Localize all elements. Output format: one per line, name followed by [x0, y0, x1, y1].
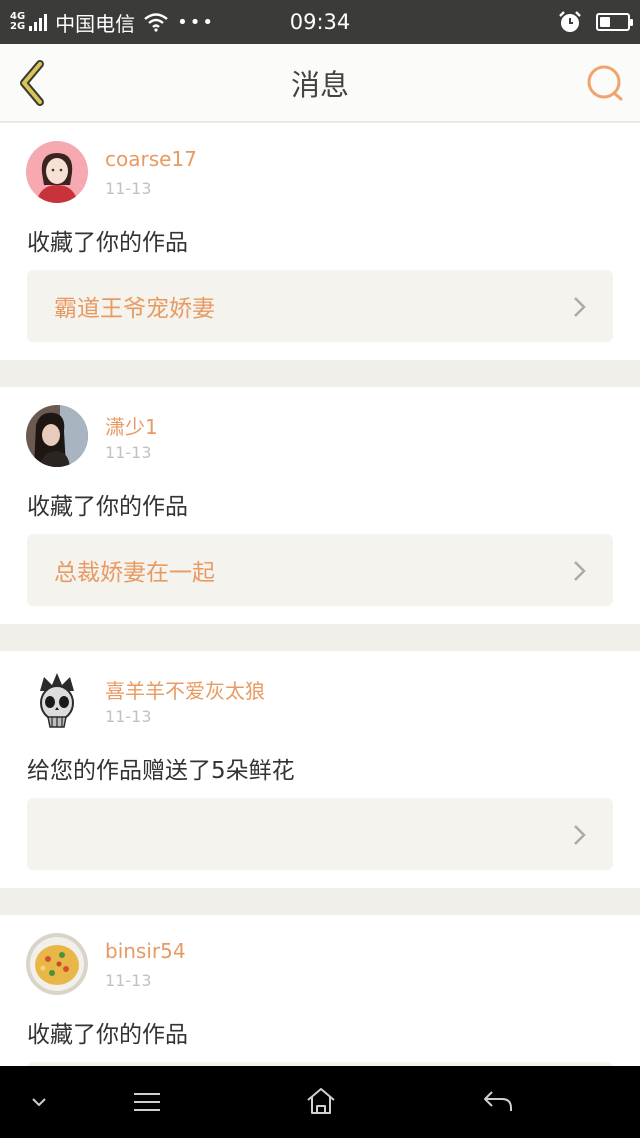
message-list: coarse17 11-13 收藏了你的作品 霸道王爷宠娇妻 潇少1 11-13…	[0, 123, 640, 1138]
status-right	[558, 10, 633, 34]
work-link[interactable]: 总裁娇妻在一起	[27, 534, 613, 606]
battery-icon	[596, 13, 633, 31]
status-bar: 4G 2G 中国电信 ••• 09:34	[0, 0, 640, 44]
action-text: 收藏了你的作品	[27, 1022, 188, 1048]
work-link[interactable]	[27, 798, 613, 870]
carrier-name: 中国电信	[55, 11, 136, 36]
more-dots: •••	[177, 11, 216, 33]
page-title: 消息	[290, 67, 349, 102]
chevron-right-icon	[574, 825, 586, 845]
action-text: 给您的作品赠送了5朵鲜花	[27, 758, 295, 784]
wifi-icon	[144, 13, 168, 32]
menu-icon[interactable]	[132, 1090, 162, 1114]
back-nav-icon[interactable]	[482, 1088, 514, 1114]
home-icon[interactable]	[305, 1086, 337, 1116]
network-type: 4G 2G	[10, 12, 25, 32]
alarm-icon	[559, 11, 581, 32]
message-date: 11-13	[105, 707, 152, 726]
username[interactable]: 潇少1	[105, 411, 158, 440]
network-type-bottom: 2G	[10, 21, 26, 32]
avatar[interactable]	[26, 669, 88, 731]
work-title: 总裁娇妻在一起	[54, 560, 215, 586]
header: 消息	[0, 44, 640, 122]
avatar[interactable]	[26, 933, 88, 995]
back-button[interactable]	[14, 58, 54, 108]
message-card: 潇少1 11-13 收藏了你的作品 总裁娇妻在一起	[0, 387, 640, 624]
battery-level	[600, 17, 610, 27]
username[interactable]: binsir54	[105, 939, 186, 963]
avatar[interactable]	[26, 405, 88, 467]
username[interactable]: 喜羊羊不爱灰太狼	[105, 675, 265, 704]
message-card: 喜羊羊不爱灰太狼 11-13 给您的作品赠送了5朵鲜花	[0, 651, 640, 888]
status-left: 4G 2G 中国电信 •••	[10, 8, 215, 37]
chevron-down-icon[interactable]	[30, 1096, 48, 1108]
message-date: 11-13	[105, 443, 152, 462]
avatar[interactable]	[26, 141, 88, 203]
work-link[interactable]: 霸道王爷宠娇妻	[27, 270, 613, 342]
chevron-right-icon	[574, 297, 586, 317]
work-title: 霸道王爷宠娇妻	[54, 296, 215, 322]
system-nav-bar	[0, 1066, 640, 1138]
action-text: 收藏了你的作品	[27, 494, 188, 520]
username[interactable]: coarse17	[105, 147, 197, 171]
action-text: 收藏了你的作品	[27, 230, 188, 256]
message-card: coarse17 11-13 收藏了你的作品 霸道王爷宠娇妻	[0, 123, 640, 360]
message-date: 11-13	[105, 971, 152, 990]
search-icon[interactable]	[584, 62, 626, 104]
message-date: 11-13	[105, 179, 152, 198]
chevron-right-icon	[574, 561, 586, 581]
signal-icon	[29, 13, 48, 31]
